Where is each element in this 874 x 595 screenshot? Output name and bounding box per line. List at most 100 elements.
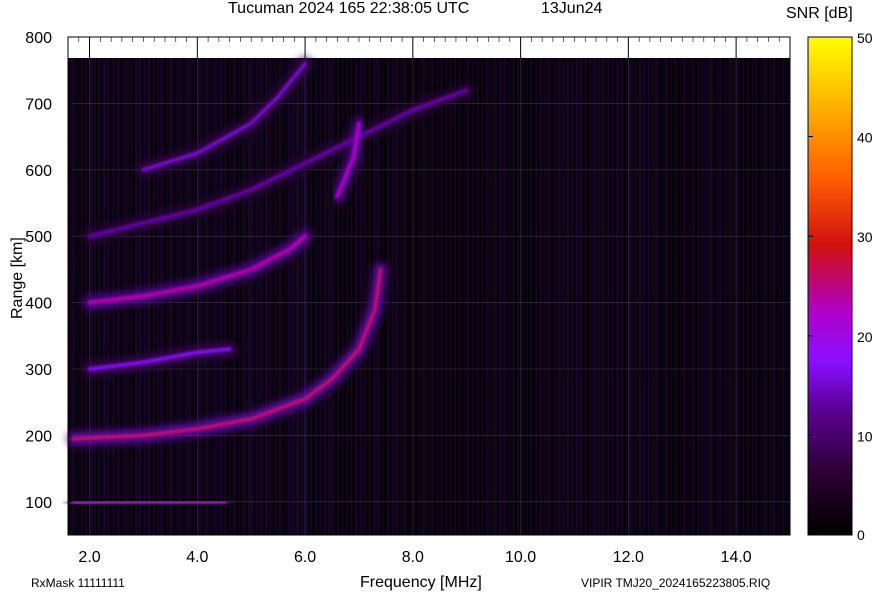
noise-column (268, 58, 270, 535)
noise-column (661, 58, 663, 535)
noise-column (676, 58, 678, 535)
noise-column (328, 58, 330, 535)
noise-column (568, 58, 570, 535)
noise-column (592, 58, 594, 535)
colorbar-tick-label: 40 (857, 130, 873, 146)
noise-column (538, 58, 540, 535)
noise-column (298, 58, 300, 535)
noise-column (523, 58, 525, 535)
noise-column (472, 58, 474, 535)
noise-column (703, 58, 705, 535)
noise-column (430, 58, 432, 535)
noise-column (739, 58, 741, 535)
noise-column (625, 58, 627, 535)
noise-column (775, 58, 777, 535)
noise-column (547, 58, 549, 535)
noise-column (589, 58, 591, 535)
y-tick-label: 800 (25, 30, 52, 47)
noise-column (760, 58, 762, 535)
noise-column (652, 58, 654, 535)
colorbar-tick-label: 0 (857, 527, 865, 543)
y-tick-label: 200 (25, 428, 52, 445)
noise-column (193, 58, 195, 535)
noise-column (205, 58, 207, 535)
noise-column (616, 58, 618, 535)
noise-column (295, 58, 297, 535)
noise-column (667, 58, 669, 535)
noise-column (781, 58, 783, 535)
noise-column (697, 58, 699, 535)
y-axis-ticks: 100 200 300 400 500 600 700 800 (25, 30, 72, 536)
noise-column (535, 58, 537, 535)
y-axis-label: Range [km] (9, 237, 26, 319)
noise-column (655, 58, 657, 535)
noise-column (319, 58, 321, 535)
noise-column (436, 58, 438, 535)
noise-column (478, 58, 480, 535)
noise-column (604, 58, 606, 535)
noise-column (769, 58, 771, 535)
noise-column (619, 58, 621, 535)
noise-column (313, 58, 315, 535)
noise-column (646, 58, 648, 535)
noise-column (571, 58, 573, 535)
noise-column (688, 58, 690, 535)
noise-column (502, 58, 504, 535)
noise-column (709, 58, 711, 535)
noise-column (70, 58, 72, 535)
noise-column (685, 58, 687, 535)
noise-column (559, 58, 561, 535)
noise-column (262, 58, 264, 535)
noise-column (217, 58, 219, 535)
noise-column (724, 58, 726, 535)
noise-column (409, 58, 411, 535)
noise-column (301, 58, 303, 535)
y-tick-label: 100 (25, 495, 52, 512)
noise-column (529, 58, 531, 535)
noise-column (187, 58, 189, 535)
colorbar-tick-label: 30 (857, 229, 873, 245)
noise-column (394, 58, 396, 535)
noise-column (601, 58, 603, 535)
noise-column (595, 58, 597, 535)
noise-column (691, 58, 693, 535)
noise-column (307, 58, 309, 535)
noise-column (712, 58, 714, 535)
noise-column (517, 58, 519, 535)
noise-column (565, 58, 567, 535)
noise-column (586, 58, 588, 535)
noise-column (79, 58, 81, 535)
noise-column (256, 58, 258, 535)
noise-column (670, 58, 672, 535)
noise-column (349, 58, 351, 535)
noise-column (757, 58, 759, 535)
noise-column (322, 58, 324, 535)
noise-column (526, 58, 528, 535)
noise-column (310, 58, 312, 535)
noise-column (718, 58, 720, 535)
noise-column (673, 58, 675, 535)
chart-date: 13Jun24 (541, 0, 603, 17)
noise-column (334, 58, 336, 535)
noise-column (457, 58, 459, 535)
noise-column (73, 58, 75, 535)
noise-column (715, 58, 717, 535)
noise-column (574, 58, 576, 535)
noise-column (424, 58, 426, 535)
noise-column (610, 58, 612, 535)
x-tick-label: 2.0 (78, 549, 100, 566)
colorbar-tick-label: 20 (857, 329, 873, 345)
noise-column (562, 58, 564, 535)
noise-column (553, 58, 555, 535)
noise-column (613, 58, 615, 535)
noise-column (316, 58, 318, 535)
noise-column (397, 58, 399, 535)
noise-column (742, 58, 744, 535)
chart-title: Tucuman 2024 165 22:38:05 UTC (228, 0, 470, 17)
noise-column (475, 58, 477, 535)
noise-column (181, 58, 183, 535)
noise-column (292, 58, 294, 535)
colorbar-tick-label: 50 (857, 30, 873, 46)
noise-column (544, 58, 546, 535)
noise-column (721, 58, 723, 535)
